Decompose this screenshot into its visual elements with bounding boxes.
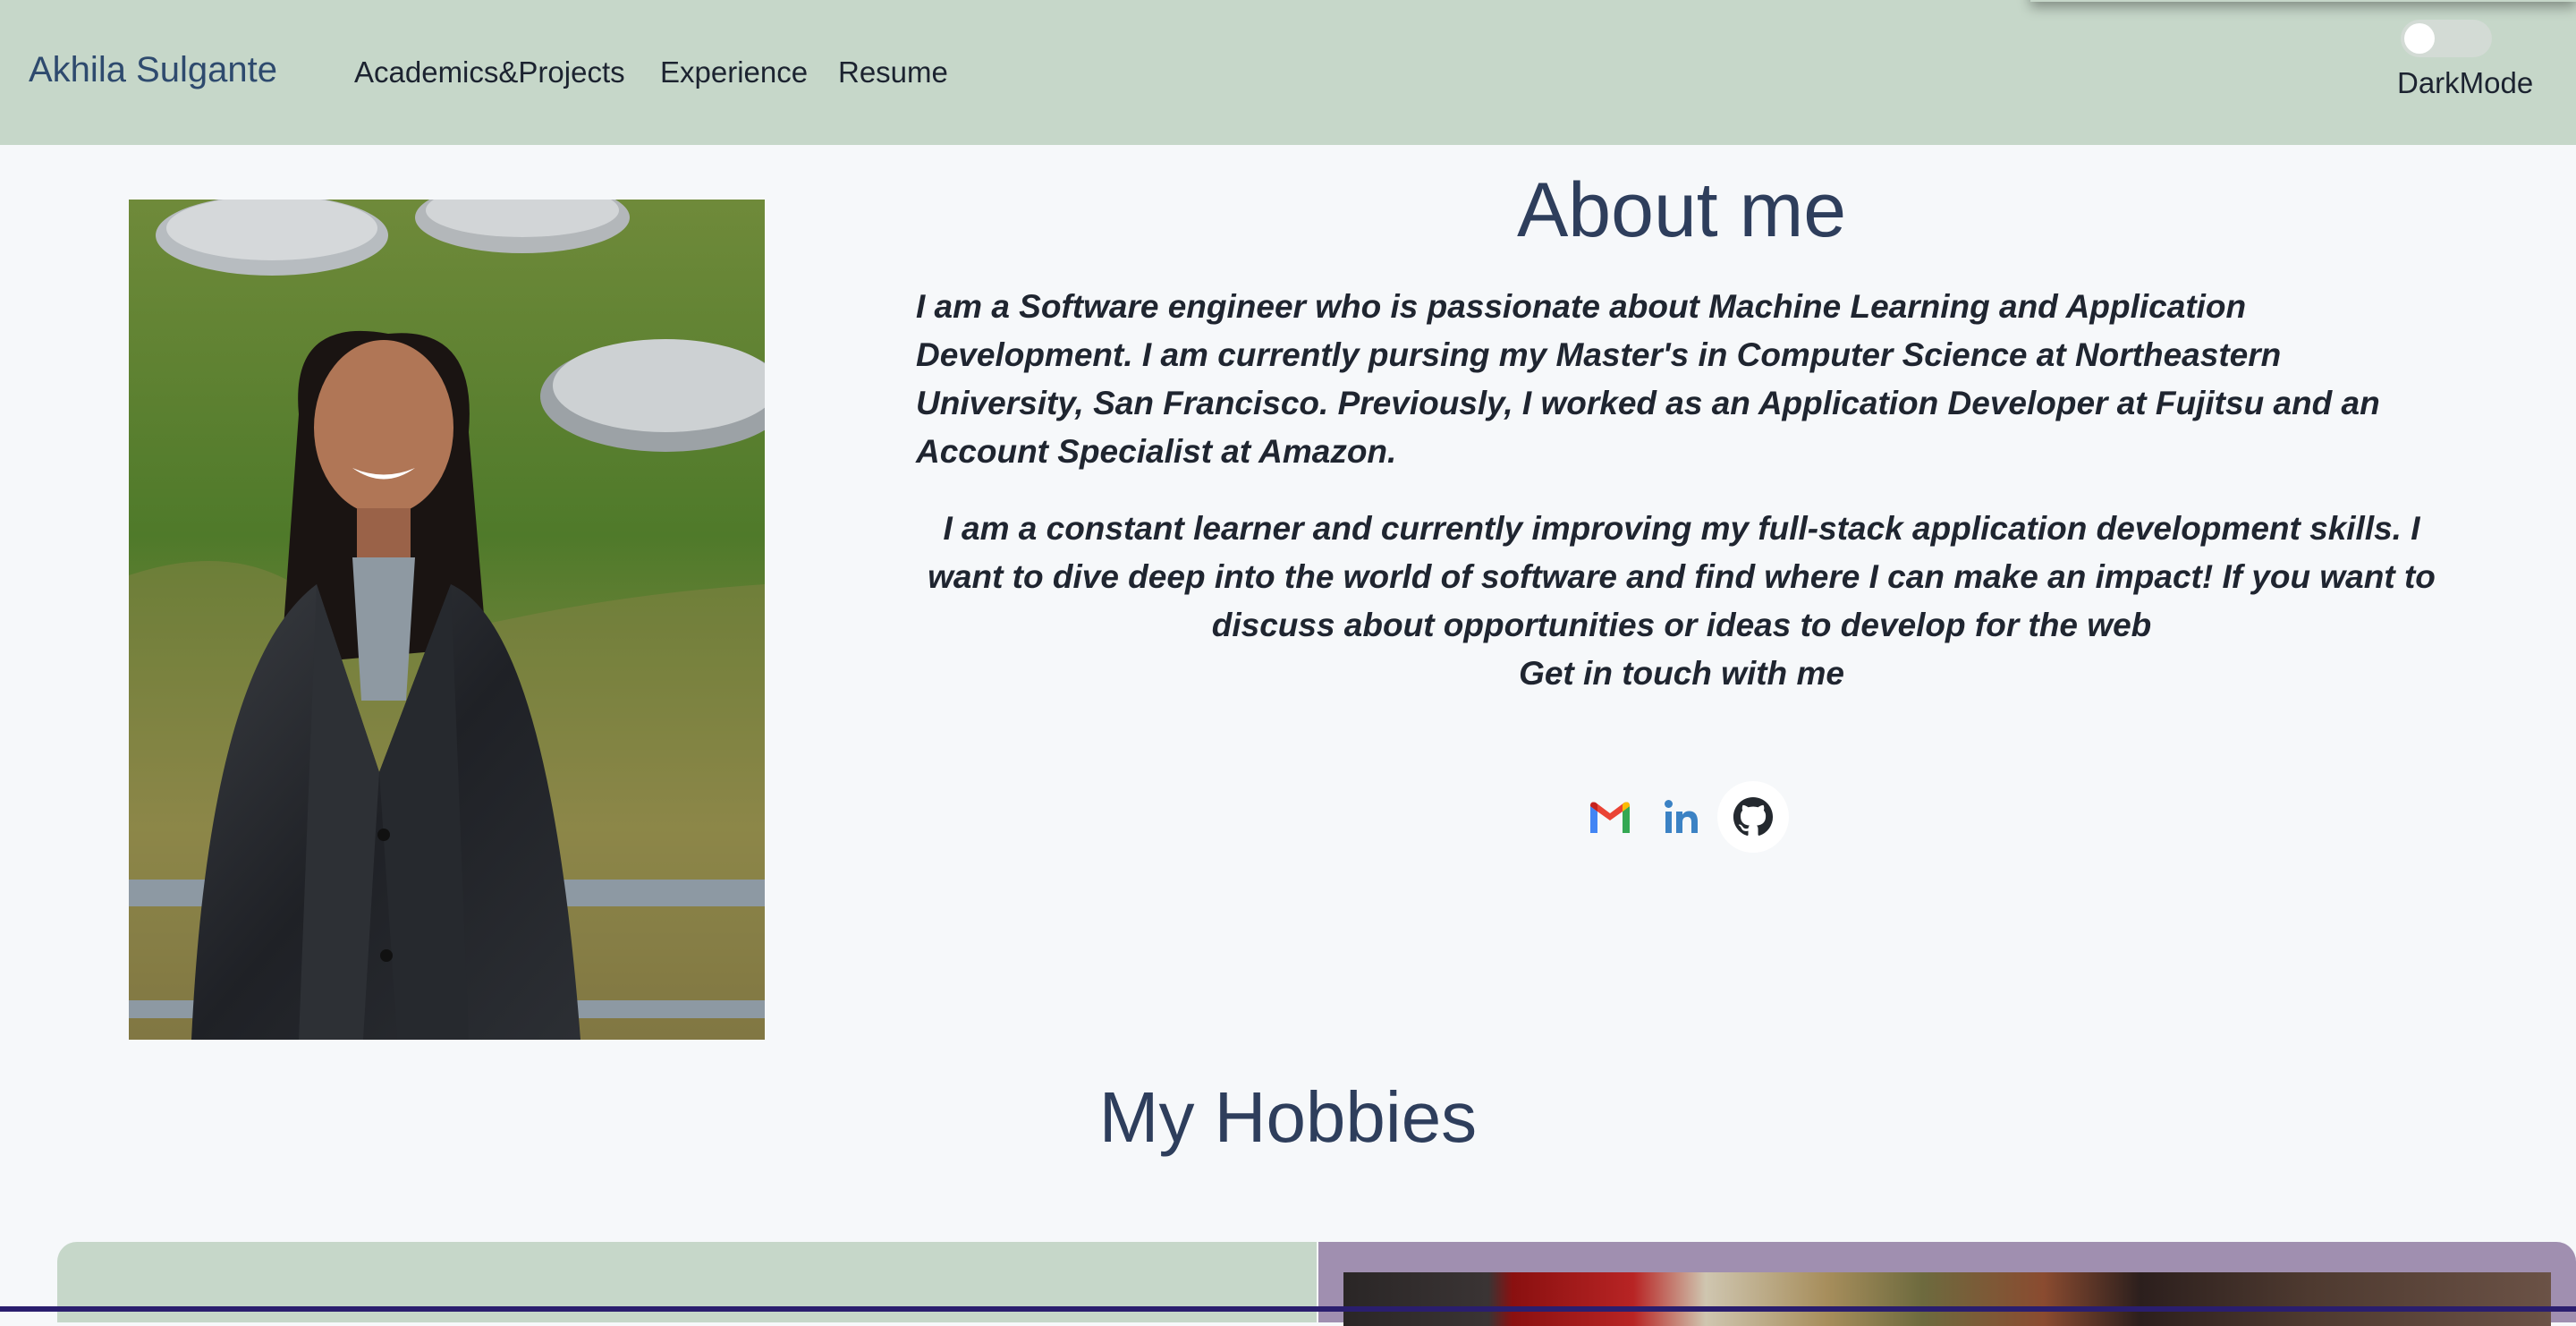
gmail-link[interactable]: [1574, 781, 1646, 853]
nav-link-resume[interactable]: Resume: [838, 55, 948, 89]
gmail-icon: [1590, 802, 1630, 833]
bottom-strip: [0, 1306, 2576, 1312]
dark-mode-toggle[interactable]: [2401, 20, 2492, 57]
dark-mode-label: DarkMode: [2397, 66, 2534, 99]
about-paragraph-2: I am a constant learner and currently im…: [928, 510, 2436, 643]
github-icon: [1733, 796, 1774, 836]
about-title: About me: [1516, 167, 1847, 253]
nav-link-academics-projects[interactable]: Academics&Projects: [354, 55, 625, 89]
contact-call-to-action: Get in touch with me: [1519, 655, 1844, 692]
toggle-knob: [2404, 23, 2435, 54]
navbar-shadow: [2030, 0, 2576, 2]
linkedin-icon: [1665, 800, 1698, 833]
linkedin-link[interactable]: [1646, 781, 1717, 853]
hobby-image: [1343, 1272, 2551, 1326]
brand-link[interactable]: Akhila Sulgante: [29, 50, 277, 90]
profile-photo: [129, 200, 765, 1040]
hobbies-title: My Hobbies: [1098, 1077, 1478, 1157]
about-paragraph-1: I am a Software engineer who is passiona…: [916, 288, 2380, 470]
top-navbar: Akhila Sulgante Academics&Projects Exper…: [0, 0, 2576, 145]
nav-link-experience[interactable]: Experience: [660, 55, 808, 89]
github-link[interactable]: [1717, 781, 1789, 853]
